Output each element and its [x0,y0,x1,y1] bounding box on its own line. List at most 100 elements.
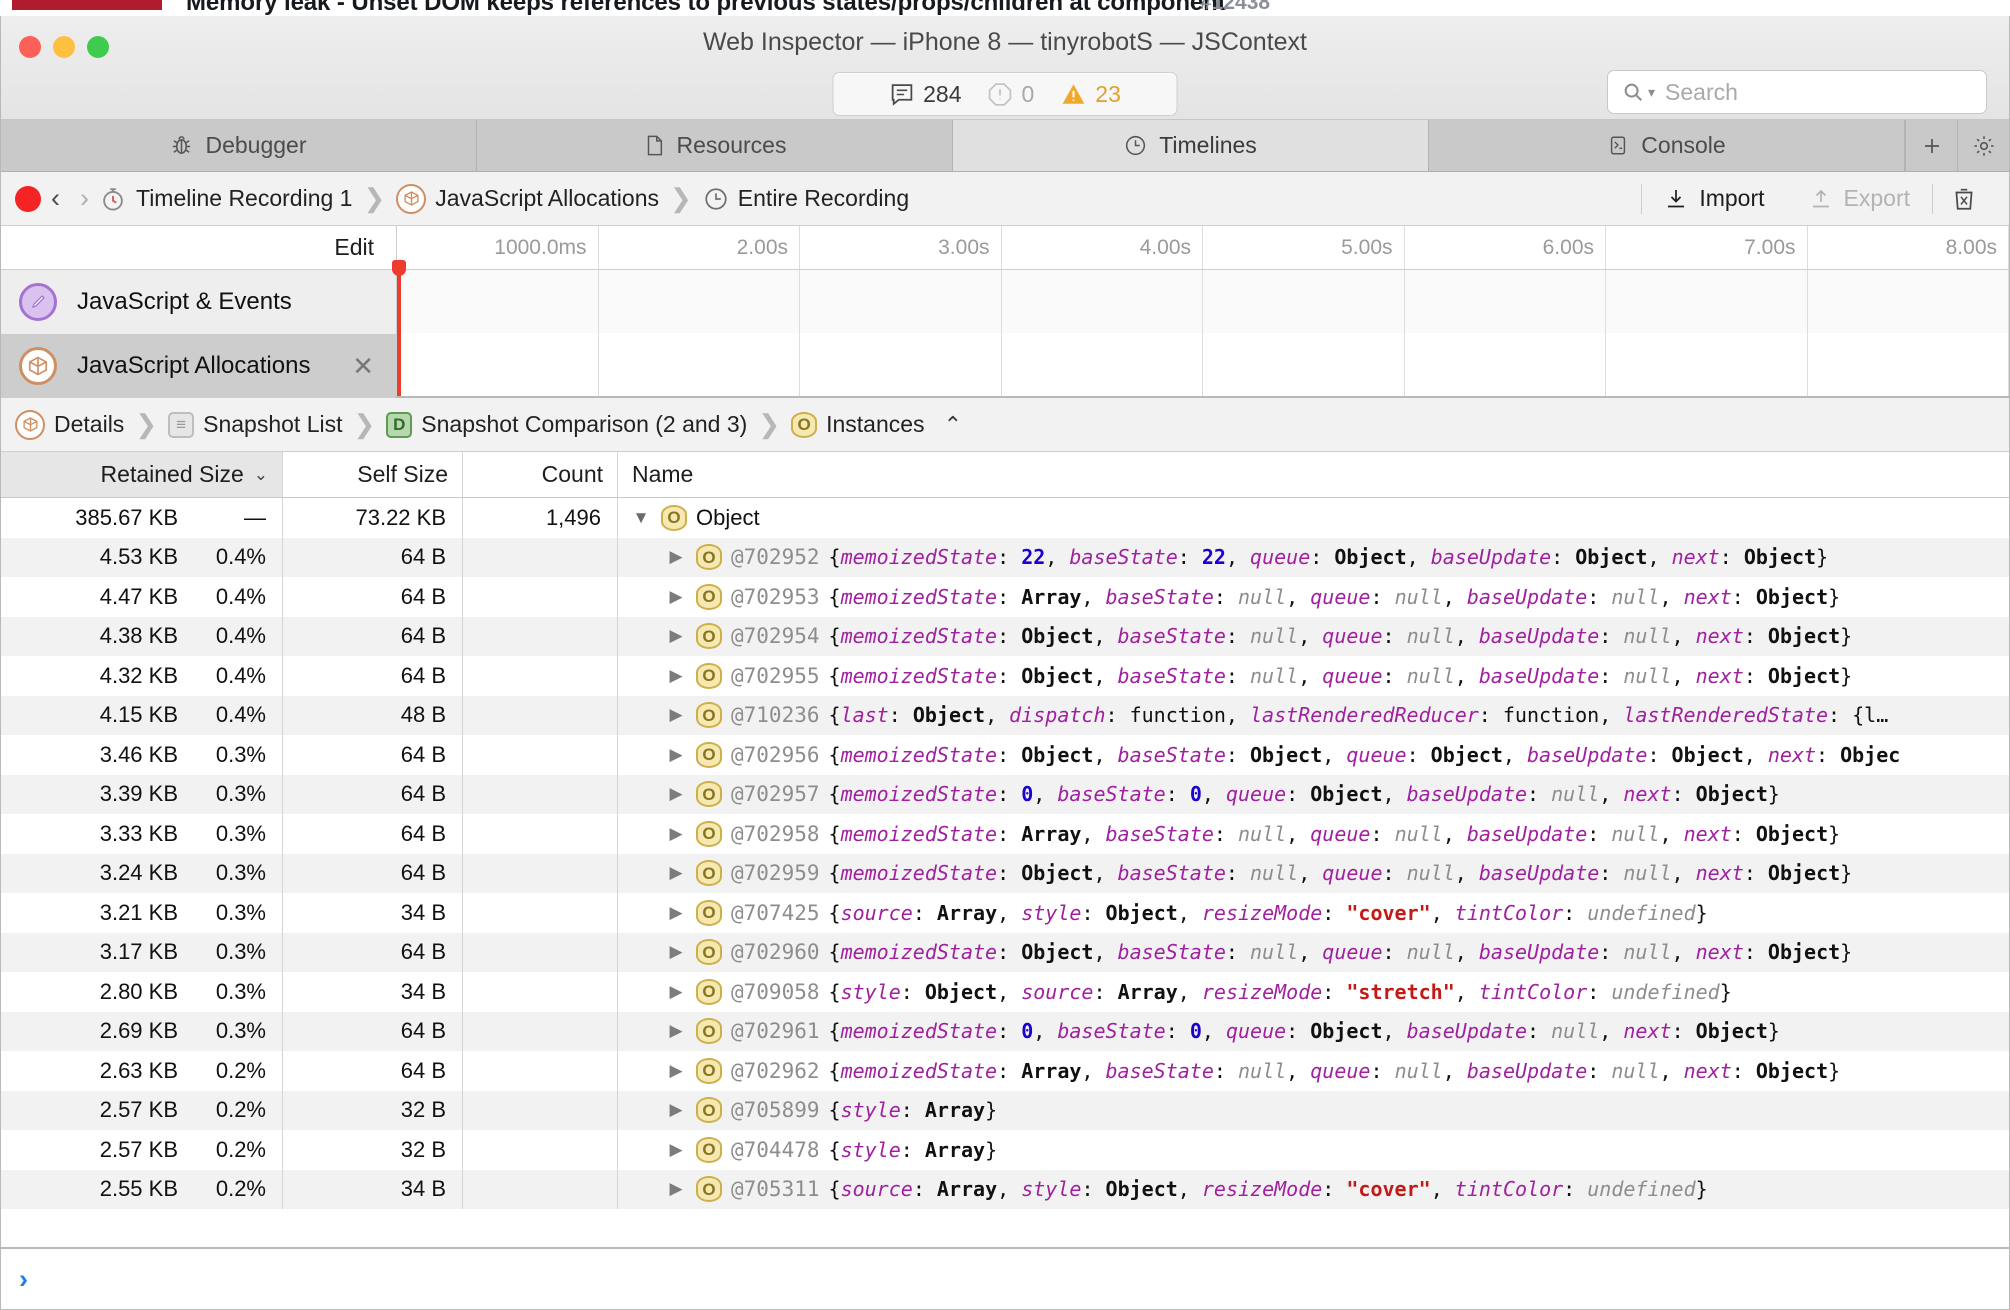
table-row[interactable]: 4.53 KB 0.4% 64 B ▶ O @702952 {memoizedState: … [1,537,2009,577]
disclosure-triangle-closed-icon[interactable]: ▶ [665,824,687,844]
preview-token: {l… [1852,703,1889,728]
table-row[interactable]: 2.57 KB 0.2% 32 B ▶ O @704478 {style: Array} [1,1130,2009,1170]
preview-token: , [997,979,1022,1004]
disclosure-triangle-closed-icon[interactable]: ▶ [665,626,687,646]
preview-token: lastRenderedReducer [1250,703,1479,728]
table-row[interactable]: 4.47 KB 0.4% 64 B ▶ O @702953 {memoizedState: … [1,577,2009,617]
preview-token: { [828,940,841,965]
forward-button[interactable]: › [70,183,99,214]
details-navigation-bar: Details ❯ ≡ Snapshot List ❯ D Snapshot C… [1,398,2009,452]
details-breadcrumb-snapshot-comparison[interactable]: D Snapshot Comparison (2 and 3) [386,411,747,438]
message-count-item[interactable]: 284 [889,81,961,108]
object-preview: {style: Array} [829,1138,998,1162]
preview-token: : [1322,979,1347,1004]
disclosure-triangle-closed-icon[interactable]: ▶ [665,547,687,567]
add-tab-button[interactable] [1905,120,1957,171]
disclosure-triangle-closed-icon[interactable]: ▶ [665,705,687,725]
table-row[interactable]: 2.80 KB 0.3% 34 B ▶ O @709058 {style: Object, … [1,972,2009,1012]
timeline-track-javascript-allocations[interactable]: JavaScript Allocations ✕ [1,334,396,398]
edit-timelines-button[interactable]: Edit [1,226,397,269]
table-row[interactable]: 2.63 KB 0.2% 64 B ▶ O @702962 {memoizedState: … [1,1051,2009,1091]
table-row[interactable]: 4.15 KB 0.4% 48 B ▶ O @710236 {last: Object, d… [1,695,2009,735]
warning-count-item[interactable]: 23 [1060,81,1121,108]
retained-size-value: 2.80 KB [99,978,178,1004]
column-header-retained-size[interactable]: Retained Size ⌄ [1,452,283,497]
details-breadcrumb-snapshot-list[interactable]: ≡ Snapshot List [168,411,342,438]
preview-token: baseState [1117,663,1226,688]
cell-self-size: 64 B [283,577,463,617]
preview-token: , [997,900,1022,925]
disclosure-triangle-closed-icon[interactable]: ▶ [665,666,687,686]
timeline-ruler[interactable]: 1000.0ms 2.00s 3.00s 4.00s 5.00s 6.00s 7.00s 8.… [397,226,2009,269]
tab-timelines[interactable]: Timelines [953,120,1429,171]
import-button[interactable]: Import [1642,185,1786,212]
tab-console[interactable]: Console [1429,120,1905,171]
tab-resources[interactable]: Resources [477,120,953,171]
disclosure-triangle-closed-icon[interactable]: ▶ [665,587,687,607]
table-row[interactable]: 3.33 KB 0.3% 64 B ▶ O @702958 {memoizedState: … [1,814,2009,854]
clear-recordings-button[interactable] [1933,186,1995,212]
record-button[interactable] [15,185,41,212]
table-row[interactable]: 2.55 KB 0.2% 34 B ▶ O @705311 {source: Array, … [1,1169,2009,1209]
preview-token: : [1743,940,1768,965]
table-row[interactable]: 2.57 KB 0.2% 32 B ▶ O @705899 {style: Array} [1,1090,2009,1130]
error-count-item[interactable]: 0 [987,81,1034,108]
timeline-lane-javascript-events[interactable] [397,270,2009,333]
disclosure-triangle-closed-icon[interactable]: ▶ [665,745,687,765]
disclosure-triangle-closed-icon[interactable]: ▶ [665,1100,687,1120]
search-field[interactable]: ▾ Search [1607,70,1987,114]
table-body[interactable]: 385.67 KB — 73.22 KB 1,496 ▼ O Object 4.53 KB 0.… [1,498,2009,1247]
preview-token: } [1695,900,1708,925]
disclosure-triangle-closed-icon[interactable]: ▶ [665,1179,687,1199]
timeline-playhead[interactable] [392,260,406,396]
timeline-lane-javascript-allocations[interactable] [397,333,2009,396]
lane-segment [800,333,1002,396]
timeline-track-lanes[interactable] [392,260,2009,396]
disclosure-triangle-closed-icon[interactable]: ▶ [665,1021,687,1041]
search-chevron-icon[interactable]: ▾ [1648,84,1655,101]
column-header-name[interactable]: Name [618,452,2009,497]
retained-size-value: 4.32 KB [99,662,178,688]
preview-token: : [1587,1058,1612,1083]
disclosure-triangle-closed-icon[interactable]: ▶ [665,1140,687,1160]
tab-debugger[interactable]: Debugger [1,120,477,171]
disclosure-triangle-closed-icon[interactable]: ▶ [665,863,687,883]
cell-name: ▼ O Object [618,498,2009,538]
lane-segment [1606,270,1808,333]
table-row[interactable]: 3.21 KB 0.3% 34 B ▶ O @707425 {source: Array, … [1,893,2009,933]
disclosure-triangle-closed-icon[interactable]: ▶ [665,903,687,923]
table-row[interactable]: 3.39 KB 0.3% 64 B ▶ O @702957 {memoizedState: … [1,774,2009,814]
table-row[interactable]: 3.17 KB 0.3% 64 B ▶ O @702960 {memoizedState: … [1,932,2009,972]
table-row[interactable]: 385.67 KB — 73.22 KB 1,496 ▼ O Object [1,498,2009,538]
details-breadcrumb-instances[interactable]: O Instances ⌃ [791,411,962,438]
instances-stepper-icon[interactable]: ⌃ [944,412,962,438]
close-timeline-track-icon[interactable]: ✕ [352,353,374,379]
table-row[interactable]: 4.32 KB 0.4% 64 B ▶ O @702955 {memoizedState: … [1,656,2009,696]
settings-gear-button[interactable] [1957,120,2009,171]
breadcrumb-timeline-recording[interactable]: Timeline Recording 1 [99,185,352,213]
cell-count [463,656,618,696]
disclosure-triangle-closed-icon[interactable]: ▶ [665,982,687,1002]
column-header-self-size[interactable]: Self Size [283,452,463,497]
breadcrumb-entire-recording[interactable]: Entire Recording [703,185,909,212]
web-inspector-window: Web Inspector — iPhone 8 — tinyrobotS — … [0,16,2010,1310]
preview-token: : [1828,703,1853,728]
console-prompt[interactable]: › [1,1247,2009,1309]
timeline-track-javascript-events[interactable]: JavaScript & Events [1,270,396,334]
breadcrumb-javascript-allocations[interactable]: JavaScript Allocations [396,183,659,214]
disclosure-triangle-closed-icon[interactable]: ▶ [665,784,687,804]
table-row[interactable]: 3.46 KB 0.3% 64 B ▶ O @702956 {memoizedState: … [1,735,2009,775]
table-row[interactable]: 2.69 KB 0.3% 64 B ▶ O @702961 {memoizedState: … [1,1011,2009,1051]
table-row[interactable]: 4.38 KB 0.4% 64 B ▶ O @702954 {memoizedState: … [1,616,2009,656]
details-breadcrumb-details[interactable]: Details [15,409,124,440]
export-button[interactable]: Export [1787,185,1932,212]
back-button[interactable]: ‹ [41,183,70,214]
column-header-count[interactable]: Count [463,452,618,497]
table-row[interactable]: 3.24 KB 0.3% 64 B ▶ O @702959 {memoizedState: … [1,853,2009,893]
preview-token: queue [1322,624,1383,649]
preview-token: : [1382,861,1407,886]
import-label: Import [1699,185,1765,211]
disclosure-triangle-open-icon[interactable]: ▼ [630,508,652,528]
disclosure-triangle-closed-icon[interactable]: ▶ [665,942,687,962]
disclosure-triangle-closed-icon[interactable]: ▶ [665,1061,687,1081]
